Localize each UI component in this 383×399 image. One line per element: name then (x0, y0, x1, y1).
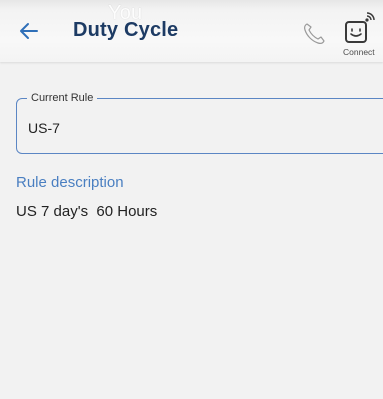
back-arrow-icon[interactable] (18, 20, 40, 42)
current-rule-value: US-7 (28, 120, 60, 136)
rule-description-value: US 7 day's 60 Hours (16, 203, 158, 220)
current-rule-label: Current Rule (27, 91, 98, 105)
connect-button[interactable]: Connect (340, 12, 383, 58)
app-bar: You Duty Cycle Connect (0, 0, 383, 62)
page-title: Duty Cycle (73, 19, 179, 41)
duty-cycle-screen: You Duty Cycle Connect Current Rule US-7… (0, 0, 383, 399)
connect-label: Connect (343, 47, 375, 57)
phone-icon[interactable] (301, 21, 327, 47)
rule-description-label: Rule description (16, 174, 124, 191)
connect-device-icon (345, 12, 375, 43)
current-rule-field[interactable]: Current Rule US-7 (16, 91, 383, 154)
